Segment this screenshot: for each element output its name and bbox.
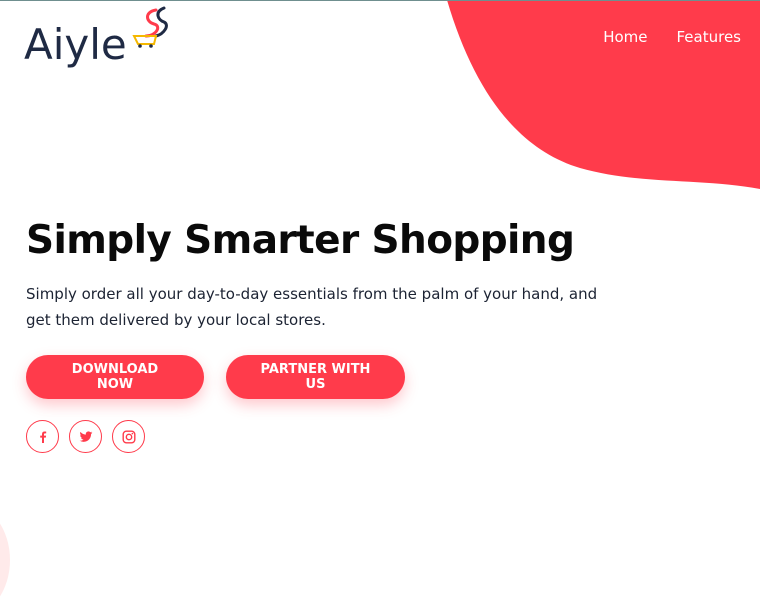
partner-with-us-button[interactable]: PARTNER WITH US: [226, 355, 405, 399]
social-links: [26, 420, 145, 453]
main-nav: Home Features: [603, 28, 741, 46]
hero-section: Simply Smarter Shopping Simply order all…: [26, 218, 726, 333]
nav-home-link[interactable]: Home: [603, 28, 647, 46]
download-now-button[interactable]: DOWNLOAD NOW: [26, 355, 204, 399]
facebook-icon: [39, 431, 46, 443]
instagram-link[interactable]: [112, 420, 145, 453]
hero-subtitle: Simply order all your day-to-day essenti…: [26, 284, 598, 329]
brand-logo[interactable]: Aiyle: [24, 6, 174, 78]
twitter-link[interactable]: [69, 420, 102, 453]
instagram-icon: [122, 430, 136, 444]
top-border: [0, 0, 760, 1]
shopping-bag-swoosh-icon: [132, 6, 168, 48]
corner-decoration: [0, 523, 10, 597]
brand-name: Aiyle: [24, 20, 127, 69]
nav-features-link[interactable]: Features: [677, 28, 742, 46]
facebook-link[interactable]: [26, 420, 59, 453]
cta-buttons: DOWNLOAD NOW PARTNER WITH US: [26, 355, 405, 399]
twitter-icon: [79, 430, 92, 442]
hero-title: Simply Smarter Shopping: [26, 218, 575, 263]
